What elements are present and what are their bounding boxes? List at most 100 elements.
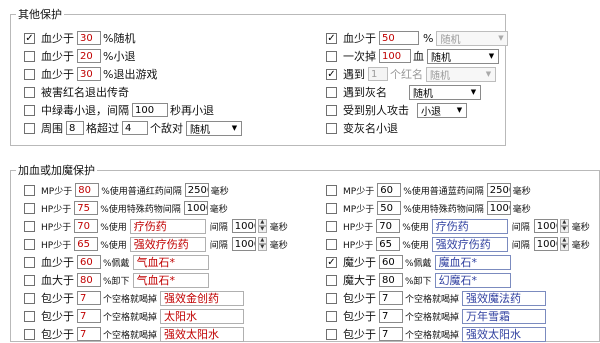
row-suffix: 毫秒	[269, 222, 288, 233]
interval-input[interactable]: 100	[132, 103, 168, 117]
checkbox[interactable]	[24, 50, 35, 62]
spin-arrows-icon[interactable]: ▲ ▼	[257, 219, 267, 233]
percent-input[interactable]: 60	[377, 183, 402, 197]
row-suffix: 血	[413, 50, 424, 63]
checkbox[interactable]	[24, 238, 35, 250]
checkbox[interactable]	[24, 292, 35, 304]
action-select[interactable]: 随机 ▼	[409, 84, 481, 100]
hp-percent-input[interactable]: 20	[77, 49, 101, 63]
drug-field[interactable]: 万年雪霜	[462, 308, 547, 324]
checkbox[interactable]	[326, 104, 337, 116]
bag-slot-input[interactable]: 7	[77, 309, 101, 323]
checkbox[interactable]	[24, 310, 35, 322]
enemy-count-input[interactable]: 4	[122, 121, 148, 135]
percent-input[interactable]: 70	[74, 219, 99, 233]
action-select[interactable]: 随机 ▼	[426, 66, 496, 82]
percent-input[interactable]: 50	[377, 201, 402, 215]
action-select[interactable]: 随机 ▼	[436, 30, 509, 46]
drug-field[interactable]: 强效疗伤药	[129, 236, 206, 252]
percent-input[interactable]: 75	[74, 201, 99, 215]
checkbox[interactable]	[326, 220, 337, 232]
checkbox[interactable]	[326, 238, 337, 250]
bag-slot-input[interactable]: 7	[77, 291, 101, 305]
percent-input[interactable]: 80	[75, 183, 100, 197]
checkbox[interactable]	[326, 86, 337, 98]
checkbox[interactable]	[326, 328, 337, 340]
spin-arrows-icon[interactable]: ▲ ▼	[559, 237, 569, 251]
checkbox[interactable]	[326, 122, 337, 134]
checkbox[interactable]	[326, 292, 337, 304]
percent-input[interactable]: 65	[74, 237, 99, 251]
interval-input[interactable]: 1000	[231, 237, 256, 251]
drug-field[interactable]: 幻魔石*	[434, 272, 511, 288]
checkbox[interactable]	[24, 328, 35, 340]
interval-input[interactable]: 1000	[183, 201, 208, 215]
action-select[interactable]: 随机 ▼	[186, 120, 242, 136]
bag-slot-input[interactable]: 7	[77, 327, 101, 341]
drug-field[interactable]: 疗伤药	[431, 218, 508, 234]
checkbox[interactable]	[326, 256, 337, 268]
checkbox[interactable]	[24, 256, 35, 268]
percent-input[interactable]: 70	[376, 219, 401, 233]
drug-field[interactable]: 气血石*	[132, 272, 209, 288]
checkbox[interactable]	[24, 274, 35, 286]
row-mid: %佩戴	[103, 258, 130, 269]
checkbox[interactable]	[24, 104, 35, 116]
checkbox[interactable]	[24, 184, 35, 196]
checkbox[interactable]	[326, 274, 337, 286]
drug-field[interactable]: 强效魔法药	[462, 290, 547, 306]
interval-input[interactable]: 2500	[184, 183, 209, 197]
percent-input[interactable]: 80	[379, 273, 403, 287]
checkbox[interactable]	[326, 202, 337, 214]
checkbox[interactable]	[326, 32, 337, 44]
row-label: 中绿毒小退，间隔	[41, 104, 129, 117]
hp-percent-input[interactable]: 30	[77, 31, 101, 45]
interval-input[interactable]: 1000	[533, 219, 558, 233]
percent-input[interactable]: 60	[77, 255, 101, 269]
chevron-down-icon: ▼	[231, 124, 238, 132]
drug-field[interactable]: 疗伤药	[129, 218, 206, 234]
chevron-down-icon: ▼	[485, 70, 492, 78]
checkbox[interactable]	[326, 310, 337, 322]
potion-right-row-0: MP少于 60 %使用普通蓝药间隔 2500 毫秒	[326, 181, 534, 199]
drug-field[interactable]: 太阳水	[160, 308, 245, 324]
hp-percent-input[interactable]: 50	[379, 31, 419, 45]
bag-slot-input[interactable]: 7	[379, 327, 403, 341]
checkbox[interactable]	[326, 50, 337, 62]
other-right-row-5: 变灰名小退	[326, 119, 401, 137]
row-suffix: 个红名	[390, 68, 423, 81]
checkbox[interactable]	[326, 184, 337, 196]
checkbox[interactable]	[24, 86, 35, 98]
percent-input[interactable]: 60	[379, 255, 403, 269]
checkbox[interactable]	[24, 202, 35, 214]
drug-field[interactable]: 强效金创药	[160, 290, 245, 306]
action-select[interactable]: 随机 ▼	[427, 48, 499, 64]
hp-percent-input[interactable]: 30	[77, 67, 101, 81]
hp-drop-input[interactable]: 100	[379, 49, 411, 63]
action-select[interactable]: 小退 ▼	[417, 102, 467, 118]
interval-input[interactable]: 1000	[231, 219, 256, 233]
red-name-count-input[interactable]: 1	[368, 67, 388, 81]
checkbox[interactable]	[24, 68, 35, 80]
percent-input[interactable]: 65	[376, 237, 401, 251]
checkbox[interactable]	[24, 122, 35, 134]
bag-slot-input[interactable]: 7	[379, 309, 403, 323]
checkbox[interactable]	[24, 32, 35, 44]
potion-left-row-4: 血少于 60 %佩戴 气血石*	[24, 253, 209, 271]
percent-input[interactable]: 80	[77, 273, 101, 287]
checkbox[interactable]	[24, 220, 35, 232]
drug-field[interactable]: 强效太阳水	[160, 326, 245, 342]
range-input[interactable]: 8	[66, 121, 84, 135]
interval-input[interactable]: 1000	[486, 201, 511, 215]
potion-right-row-3: HP少于 65 %使用 强效疗伤药 间隔 1000 ▲▼ 毫秒	[326, 235, 593, 253]
bag-slot-input[interactable]: 7	[379, 291, 403, 305]
interval-input[interactable]: 1000	[533, 237, 558, 251]
drug-field[interactable]: 强效太阳水	[462, 326, 547, 342]
interval-input[interactable]: 2500	[486, 183, 511, 197]
drug-field[interactable]: 魔血石*	[434, 254, 511, 270]
drug-field[interactable]: 气血石*	[132, 254, 209, 270]
checkbox[interactable]	[326, 68, 337, 80]
spin-arrows-icon[interactable]: ▲ ▼	[559, 219, 569, 233]
drug-field[interactable]: 强效疗伤药	[431, 236, 508, 252]
spin-arrows-icon[interactable]: ▲ ▼	[257, 237, 267, 251]
